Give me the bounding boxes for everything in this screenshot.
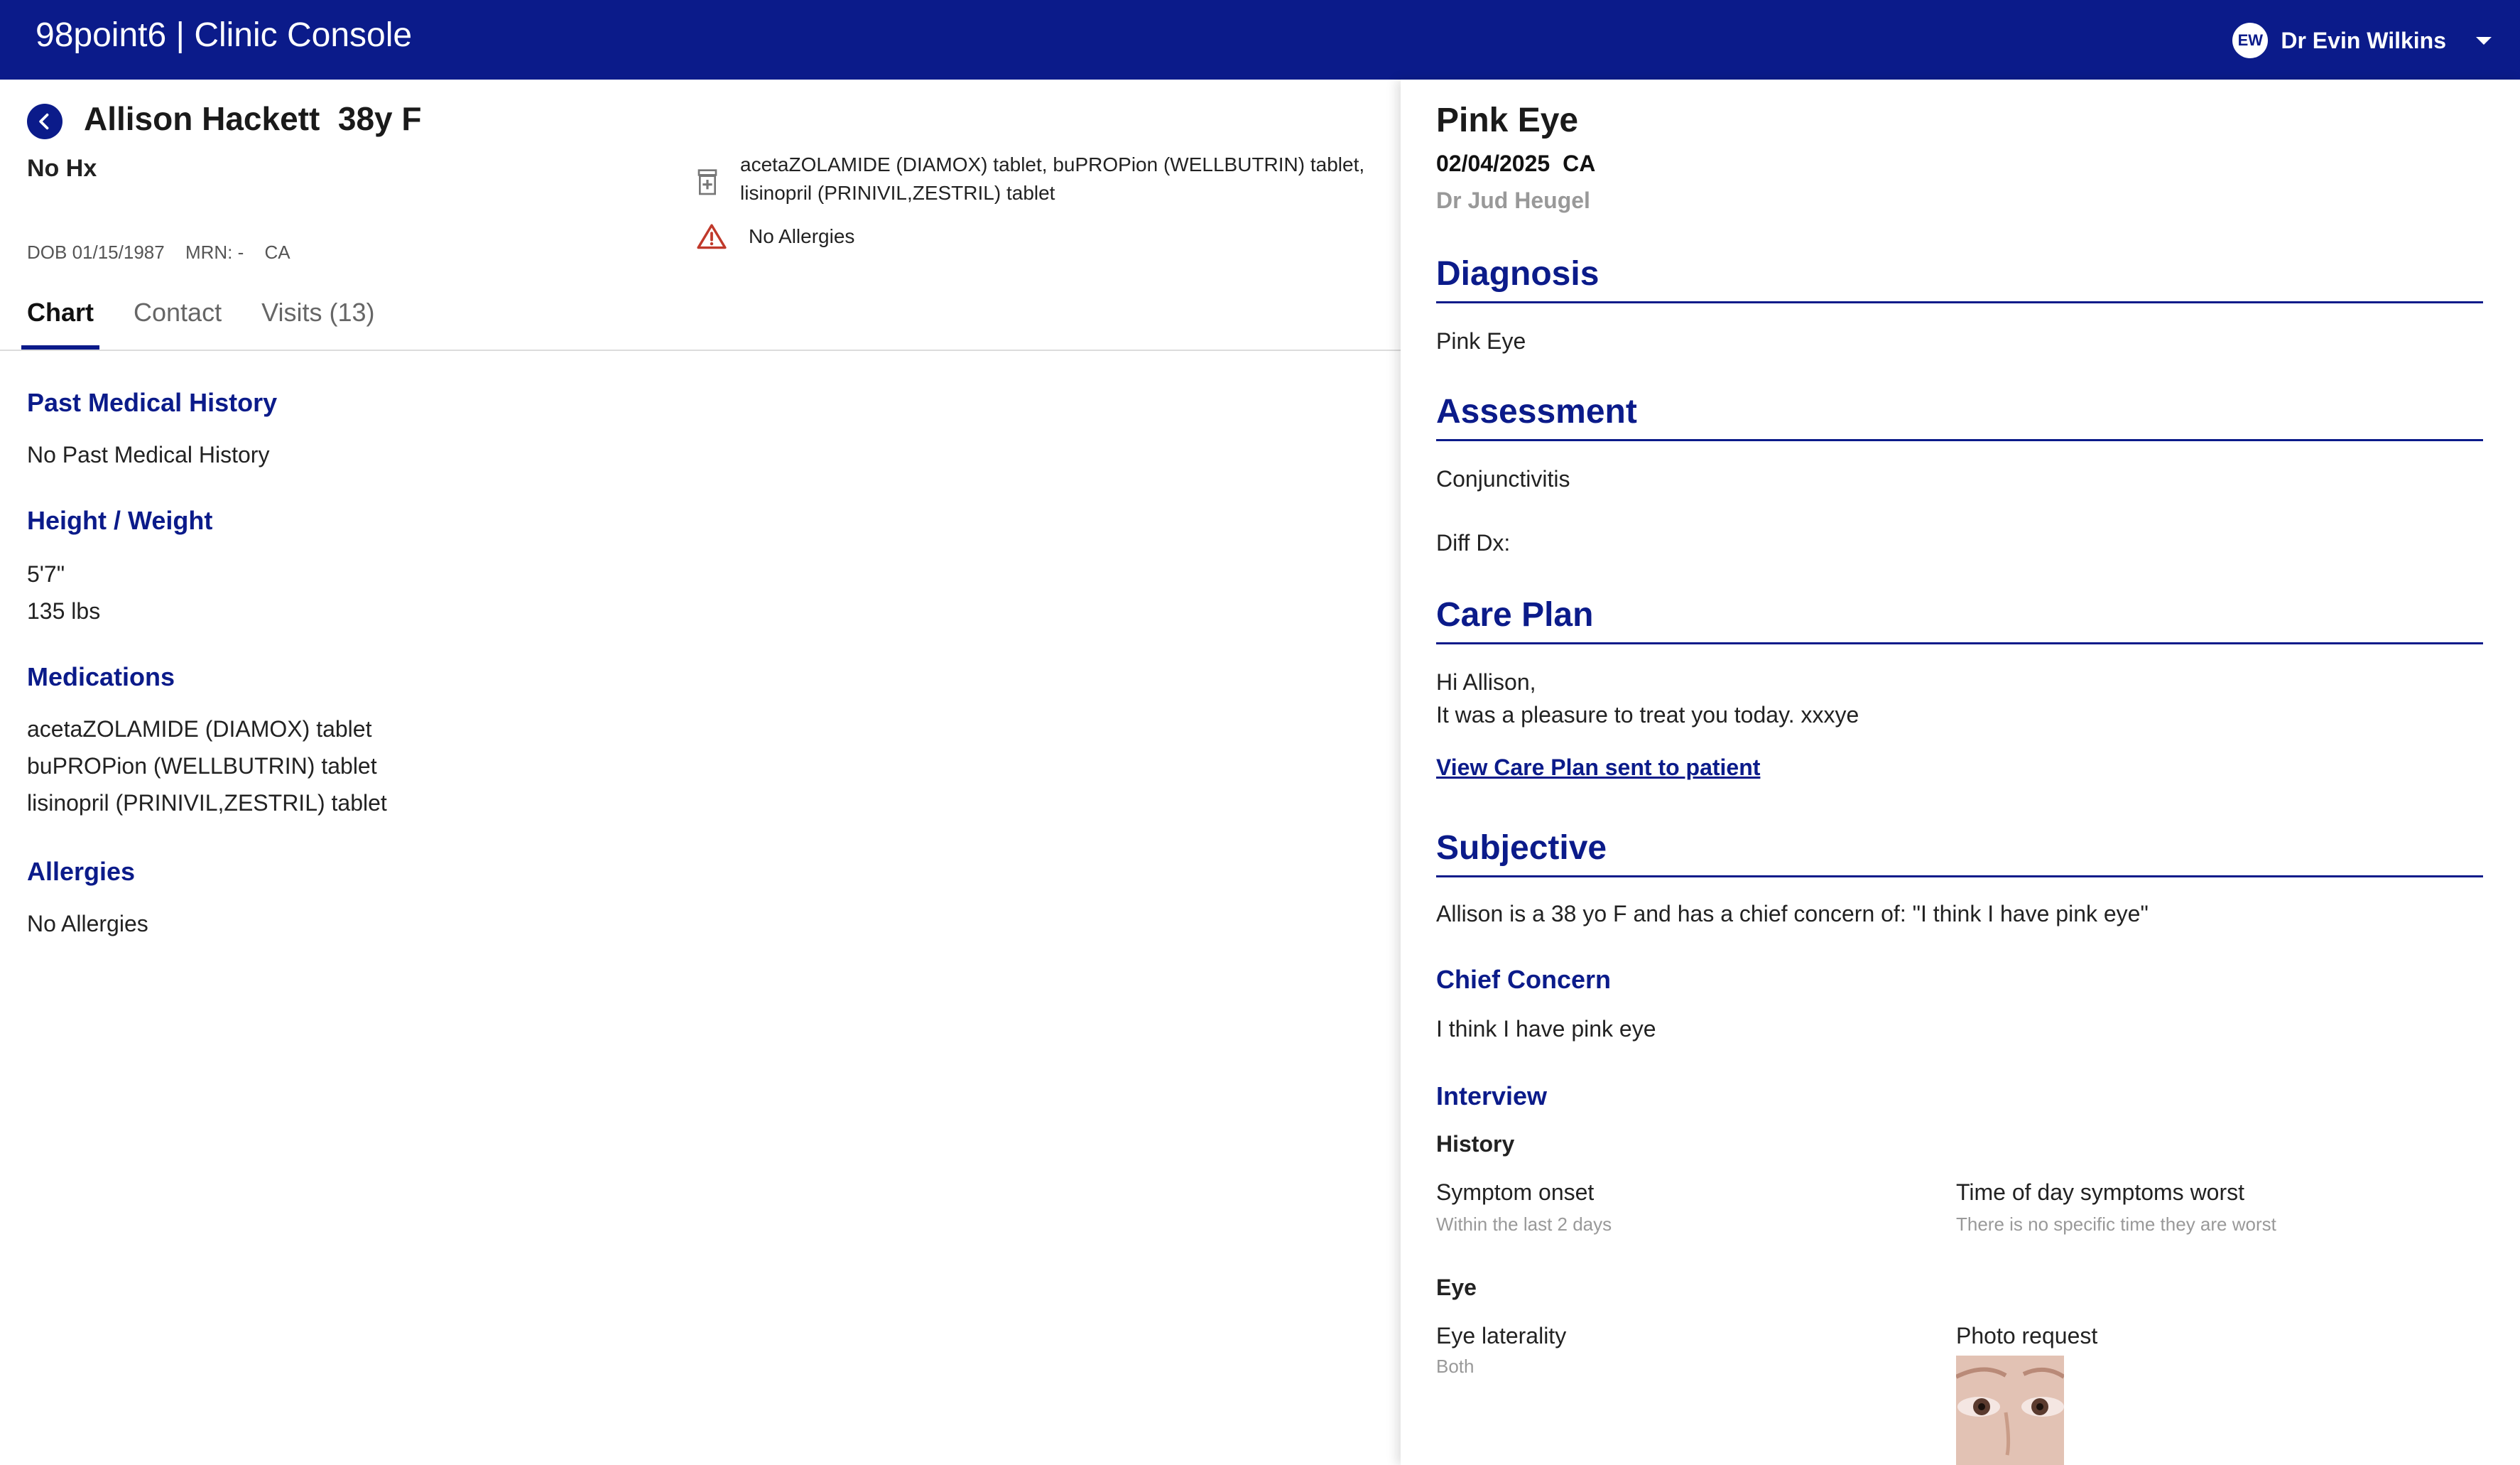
height-value: 5'7" — [27, 561, 65, 587]
tab-visits[interactable]: Visits (13) — [261, 293, 374, 350]
time-of-day-label: Time of day symptoms worst — [1956, 1179, 2245, 1205]
eye-laterality-label: Eye laterality — [1436, 1323, 1567, 1348]
back-button[interactable] — [27, 104, 63, 139]
medication-icon — [697, 169, 717, 195]
diff-dx-label: Diff Dx: — [1436, 530, 1511, 556]
warning-icon — [697, 224, 727, 249]
allergies-summary: No Allergies — [696, 223, 854, 250]
tab-chart[interactable]: Chart — [21, 293, 100, 350]
medications-summary-text: acetaZOLAMIDE (DIAMOX) tablet, buPROPion… — [740, 153, 1365, 204]
patient-dob: DOB 01/15/1987 — [27, 242, 165, 263]
assessment-value: Conjunctivitis — [1436, 466, 1570, 492]
patient-mrn: MRN: - — [185, 242, 244, 263]
visit-state: CA — [1563, 151, 1596, 176]
patient-history-flag: No Hx — [27, 155, 97, 182]
app-brand[interactable]: 98point6 | Clinic Console — [36, 14, 412, 57]
tab-contact[interactable]: Contact — [134, 293, 222, 350]
chevron-left-icon — [39, 113, 49, 130]
care-plan-greeting: Hi Allison, — [1436, 669, 1536, 695]
medication-item: buPROPion (WELLBUTRIN) tablet — [27, 753, 377, 779]
patient-state: CA — [264, 242, 290, 263]
time-of-day-value: There is no specific time they are worst — [1956, 1213, 2276, 1235]
view-care-plan-link[interactable]: View Care Plan sent to patient — [1436, 755, 1760, 781]
allergies-heading: Allergies — [27, 857, 136, 886]
photo-request-label: Photo request — [1956, 1323, 2098, 1348]
caret-down-icon[interactable] — [2476, 36, 2492, 45]
medication-item: acetaZOLAMIDE (DIAMOX) tablet — [27, 716, 372, 742]
medication-item: lisinopril (PRINIVIL,ZESTRIL) tablet — [27, 790, 387, 816]
top-app-bar: 98point6 | Clinic Console EW Dr Evin Wil… — [0, 0, 2520, 80]
chief-concern-heading: Chief Concern — [1436, 965, 1612, 994]
pmh-value: No Past Medical History — [27, 442, 270, 467]
diagnosis-value: Pink Eye — [1436, 328, 1526, 354]
patient-demographics: DOB 01/15/1987 MRN: - CA — [27, 242, 306, 264]
subjective-heading: Subjective — [1436, 827, 2483, 877]
visit-detail-pane: Pink Eye 02/04/2025 CA Dr Jud Heugel Diag… — [1401, 80, 2520, 1465]
user-menu[interactable]: EW Dr Evin Wilkins — [2232, 21, 2492, 60]
eye-photo-image — [1956, 1356, 2064, 1465]
tabs-divider — [0, 350, 1401, 351]
visit-title: Pink Eye — [1436, 102, 1579, 139]
medications-summary: acetaZOLAMIDE (DIAMOX) tablet, buPROPion… — [696, 151, 1378, 207]
user-avatar: EW — [2232, 23, 2269, 58]
height-weight-heading: Height / Weight — [27, 506, 213, 535]
symptom-onset-label: Symptom onset — [1436, 1179, 1595, 1205]
allergies-summary-text: No Allergies — [749, 225, 855, 247]
assessment-heading: Assessment — [1436, 391, 2483, 441]
eye-laterality-value: Both — [1436, 1356, 1474, 1377]
user-name[interactable]: Dr Evin Wilkins — [2281, 28, 2446, 54]
care-plan-body: It was a pleasure to treat you today. xx… — [1436, 702, 1859, 728]
visit-date: 02/04/2025 — [1436, 151, 1550, 176]
visit-date-line: 02/04/2025 CA — [1436, 151, 1608, 177]
medications-heading: Medications — [27, 662, 175, 691]
symptom-onset-value: Within the last 2 days — [1436, 1213, 1612, 1235]
care-plan-heading: Care Plan — [1436, 594, 2483, 644]
chart-tabs: Chart Contact Visits (13) — [21, 293, 374, 350]
subjective-value: Allison is a 38 yo F and has a chief con… — [1436, 901, 2149, 926]
history-subheading: History — [1436, 1131, 1515, 1157]
patient-eye-photo[interactable] — [1956, 1356, 2064, 1465]
visit-doctor: Dr Jud Heugel — [1436, 188, 1590, 213]
patient-name: Allison Hackett 38y F — [84, 100, 422, 137]
pmh-heading: Past Medical History — [27, 388, 278, 417]
eye-subheading: Eye — [1436, 1275, 1477, 1300]
patient-chart-pane: Allison Hackett 38y F No Hx DOB 01/15/19… — [0, 80, 1401, 1465]
allergies-value: No Allergies — [27, 911, 148, 936]
interview-heading: Interview — [1436, 1081, 1548, 1110]
diagnosis-heading: Diagnosis — [1436, 253, 2483, 303]
chief-concern-value: I think I have pink eye — [1436, 1016, 1656, 1042]
weight-value: 135 lbs — [27, 598, 101, 624]
